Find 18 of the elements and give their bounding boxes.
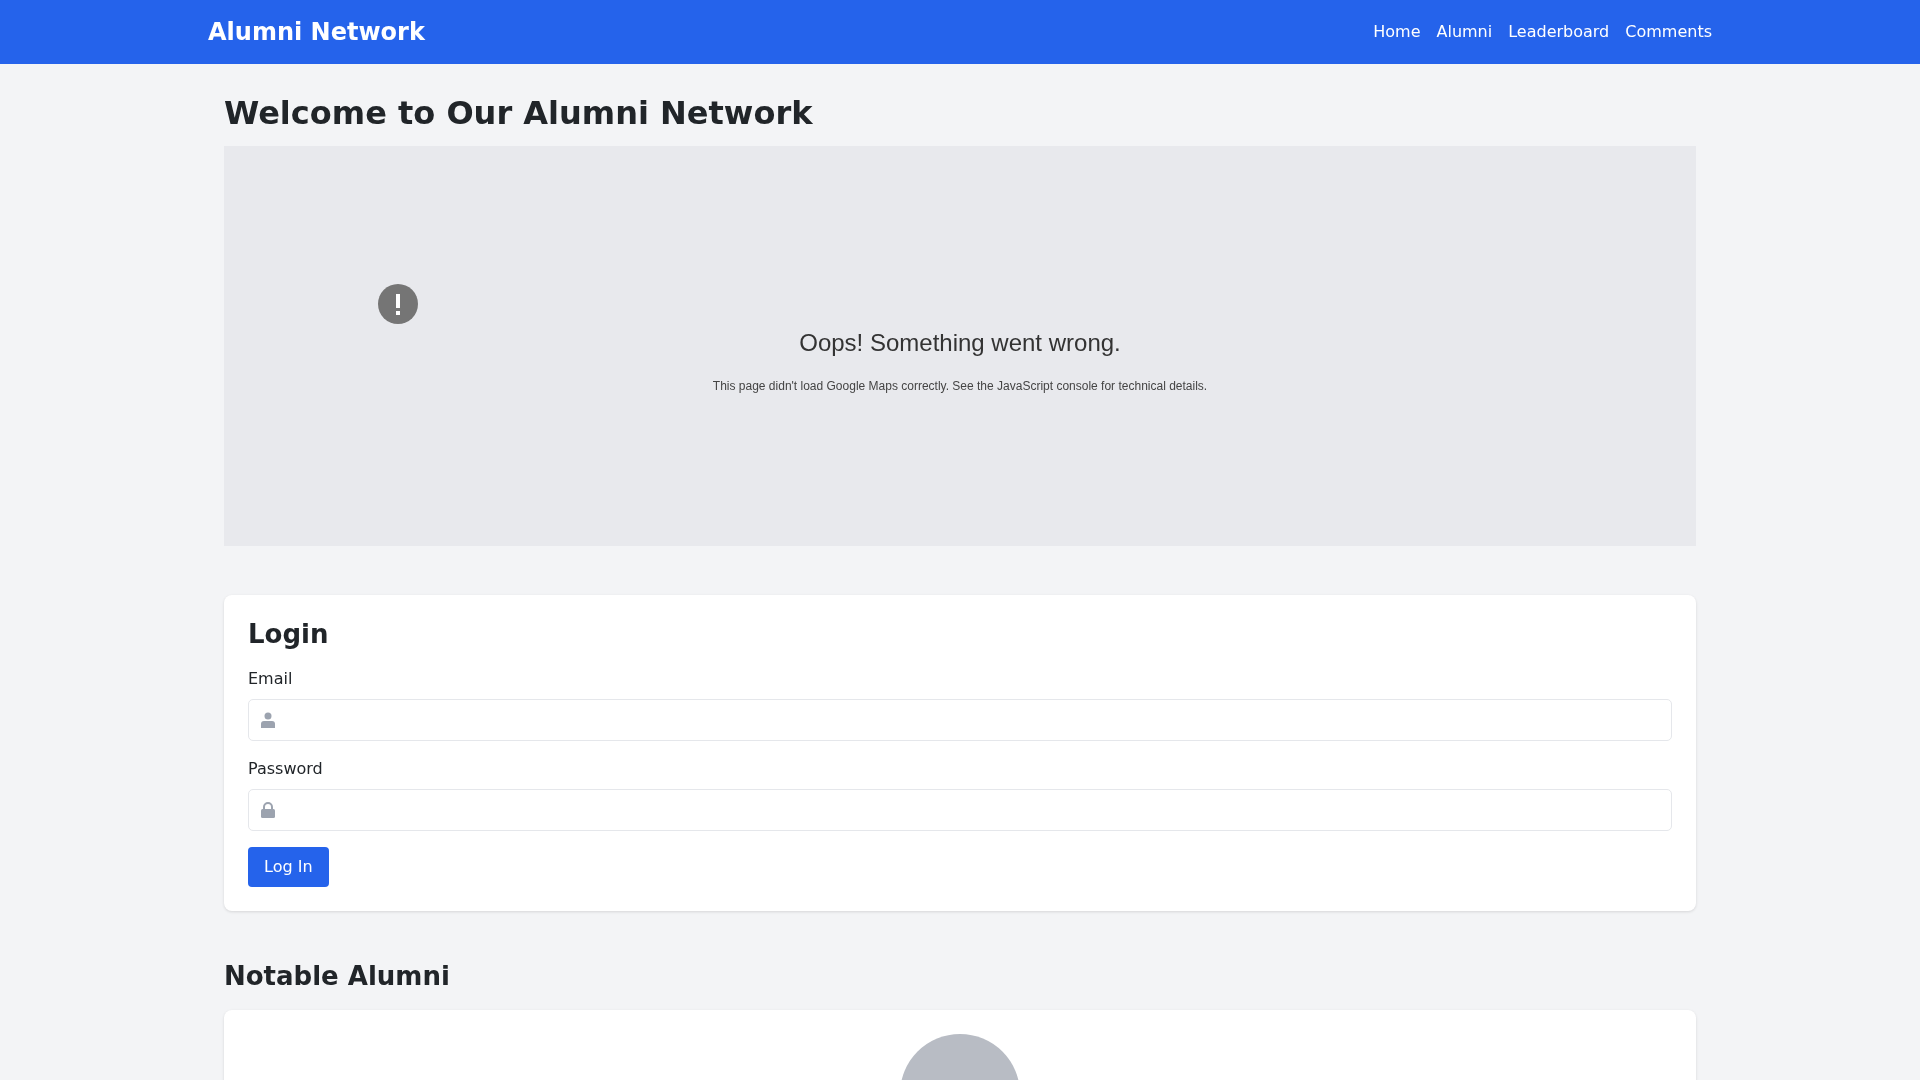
error-message: This page didn't load Google Maps correctly. See the JavaScript console for technical details. bbox=[712, 378, 1208, 396]
warning-icon bbox=[378, 284, 418, 325]
login-button[interactable]: Log In bbox=[248, 846, 329, 887]
login-heading: Login bbox=[248, 619, 330, 651]
nav-link[interactable]: Alumni bbox=[1436, 20, 1493, 44]
site-brand[interactable]: Alumni Network bbox=[208, 14, 425, 50]
nav-link[interactable]: Leaderboard bbox=[1508, 20, 1610, 44]
section-heading: Notable Alumni bbox=[224, 960, 451, 992]
user-icon bbox=[261, 711, 275, 728]
error-title: Oops! Something went wrong. bbox=[799, 328, 1121, 359]
lock-icon bbox=[261, 801, 275, 818]
page-heading: Welcome to Our Alumni Network bbox=[224, 93, 814, 134]
nav-link[interactable]: Home bbox=[1373, 20, 1421, 44]
field-label: Password bbox=[248, 757, 323, 780]
password-field[interactable] bbox=[248, 788, 1672, 831]
nav-link[interactable]: Comments bbox=[1625, 20, 1712, 44]
field-label: Email bbox=[248, 667, 293, 690]
email-field[interactable] bbox=[248, 698, 1672, 741]
